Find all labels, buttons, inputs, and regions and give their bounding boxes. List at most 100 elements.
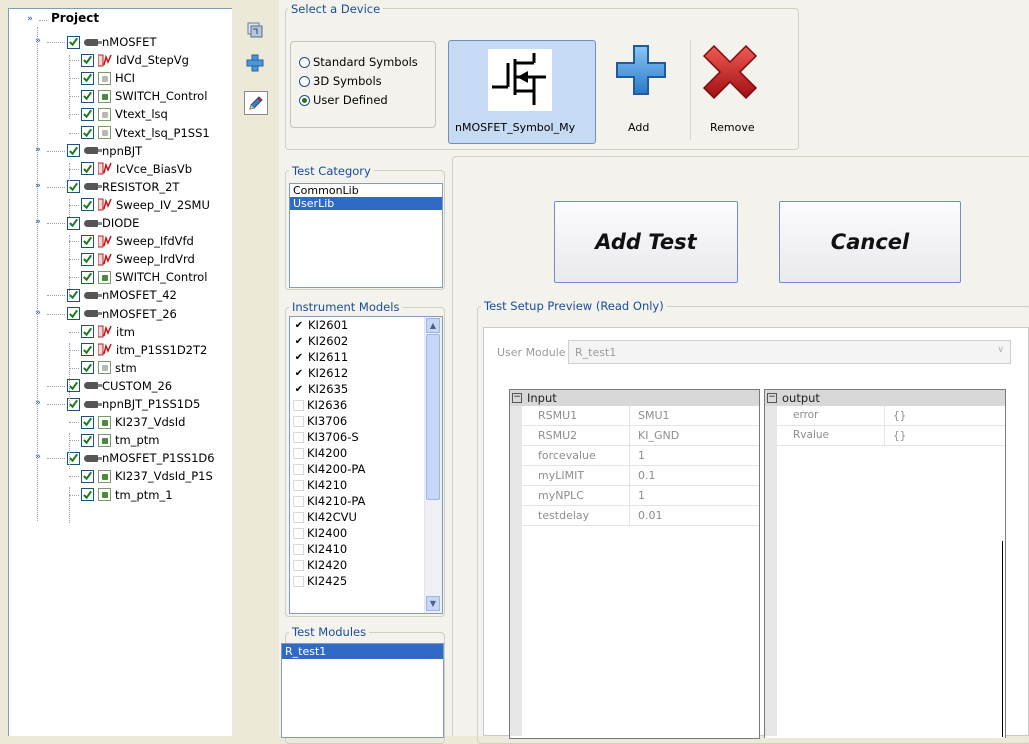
tree-node[interactable]: IcVce_BiasVb bbox=[81, 160, 192, 178]
expand-node-icon[interactable]: » bbox=[35, 181, 41, 191]
unchecked-box-icon[interactable] bbox=[293, 495, 304, 507]
checkbox-checked-icon[interactable] bbox=[67, 180, 80, 194]
checkbox-checked-icon[interactable] bbox=[81, 325, 94, 339]
scroll-thumb[interactable] bbox=[426, 334, 440, 500]
tree-node[interactable]: npnBJT_P1SS1D5 bbox=[67, 395, 200, 413]
checkmark-icon[interactable]: ✔ bbox=[293, 320, 305, 331]
device-symbol-tile[interactable]: nMOSFET_Symbol_My bbox=[448, 40, 596, 144]
unchecked-box-icon[interactable] bbox=[293, 463, 304, 475]
instrument-item[interactable]: KI2410 bbox=[290, 541, 442, 557]
instrument-item[interactable]: KI2420 bbox=[290, 557, 442, 573]
expand-node-icon[interactable]: » bbox=[35, 308, 41, 318]
tree-node[interactable]: tm_ptm_1 bbox=[81, 486, 173, 504]
radio-button-icon[interactable] bbox=[299, 75, 310, 87]
checkmark-icon[interactable]: ✔ bbox=[293, 368, 305, 379]
expand-node-icon[interactable]: » bbox=[35, 398, 41, 408]
radio-option[interactable]: Standard Symbols bbox=[299, 55, 418, 69]
radio-option[interactable]: 3D Symbols bbox=[299, 74, 382, 88]
instrument-item[interactable]: KI3706 bbox=[290, 413, 442, 429]
add-icon[interactable] bbox=[244, 52, 266, 74]
tree-node[interactable]: SWITCH_Control bbox=[81, 268, 207, 286]
instrument-models-list[interactable]: ✔ KI2601 ✔ KI2602 ✔ KI2611 ✔ KI2612 ✔ KI2635 KI263… bbox=[289, 316, 443, 614]
add-test-button[interactable]: Add Test bbox=[554, 201, 738, 283]
unchecked-box-icon[interactable] bbox=[293, 399, 304, 411]
checkbox-checked-icon[interactable] bbox=[81, 343, 94, 357]
tree-node[interactable]: tm_ptm bbox=[81, 431, 159, 449]
instrument-item[interactable]: KI2425 bbox=[290, 573, 442, 589]
checkbox-checked-icon[interactable] bbox=[67, 35, 80, 49]
tree-node[interactable]: KI237_VdsId bbox=[81, 413, 185, 431]
collapse-icon[interactable]: − bbox=[767, 393, 777, 403]
tree-node[interactable]: CUSTOM_26 bbox=[67, 377, 172, 395]
remove-symbol-button[interactable]: Remove bbox=[692, 44, 770, 140]
test-category-item[interactable]: CommonLib bbox=[290, 184, 442, 197]
instrument-item[interactable]: KI4200 bbox=[290, 445, 442, 461]
expand-node-icon[interactable]: » bbox=[35, 217, 41, 227]
instrument-item[interactable]: ✔ KI2602 bbox=[290, 333, 442, 349]
test-modules-list[interactable]: R_test1 bbox=[281, 643, 444, 738]
unchecked-box-icon[interactable] bbox=[293, 415, 304, 427]
instrument-scrollbar[interactable]: ▲ ▼ bbox=[424, 317, 442, 613]
instrument-item[interactable]: KI2636 bbox=[290, 397, 442, 413]
instrument-item[interactable]: ✔ KI2601 bbox=[290, 317, 442, 333]
checkmark-icon[interactable]: ✔ bbox=[293, 336, 305, 347]
instrument-item[interactable]: KI42CVU bbox=[290, 509, 442, 525]
instrument-item[interactable]: KI2400 bbox=[290, 525, 442, 541]
unchecked-box-icon[interactable] bbox=[293, 575, 304, 587]
checkbox-checked-icon[interactable] bbox=[81, 252, 94, 266]
instrument-item[interactable]: ✔ KI2611 bbox=[290, 349, 442, 365]
edit-icon[interactable] bbox=[244, 91, 268, 115]
tree-node[interactable]: Sweep_IrdVrd bbox=[81, 250, 195, 268]
checkbox-checked-icon[interactable] bbox=[81, 234, 94, 248]
checkbox-checked-icon[interactable] bbox=[67, 144, 80, 158]
tree-node[interactable]: nMOSFET_26 bbox=[67, 305, 177, 323]
checkbox-checked-icon[interactable] bbox=[67, 216, 80, 230]
tree-node[interactable]: Sweep_IV_2SMU bbox=[81, 196, 210, 214]
cancel-button[interactable]: Cancel bbox=[779, 201, 961, 283]
tree-node[interactable]: Sweep_IfdVfd bbox=[81, 232, 194, 250]
collapse-icon[interactable]: − bbox=[512, 393, 522, 403]
test-category-list[interactable]: CommonLib UserLib bbox=[289, 183, 443, 288]
instrument-item[interactable]: KI3706-S bbox=[290, 429, 442, 445]
expand-node-icon[interactable]: » bbox=[35, 145, 41, 155]
project-tree[interactable]: » Project nMOSFET IdVd_StepVg HCI SWITCH_Co… bbox=[8, 8, 232, 736]
expand-node-icon[interactable]: » bbox=[35, 36, 41, 46]
checkbox-checked-icon[interactable] bbox=[81, 71, 94, 85]
checkbox-checked-icon[interactable] bbox=[81, 361, 94, 375]
tree-node[interactable]: SWITCH_Control bbox=[81, 87, 207, 105]
unchecked-box-icon[interactable] bbox=[293, 543, 304, 555]
instrument-item[interactable]: KI4210 bbox=[290, 477, 442, 493]
tree-node[interactable]: KI237_VdsId_P1S bbox=[81, 467, 213, 485]
unchecked-box-icon[interactable] bbox=[293, 527, 304, 539]
tree-node[interactable]: itm bbox=[81, 323, 135, 341]
unchecked-box-icon[interactable] bbox=[293, 511, 304, 523]
tree-node[interactable]: itm_P1SS1D2T2 bbox=[81, 341, 207, 359]
checkbox-checked-icon[interactable] bbox=[81, 53, 94, 67]
radio-button-icon[interactable] bbox=[299, 56, 310, 68]
checkmark-icon[interactable]: ✔ bbox=[293, 352, 305, 363]
tree-node[interactable]: Vtext_lsq_P1SS1 bbox=[81, 124, 210, 142]
checkbox-checked-icon[interactable] bbox=[81, 162, 94, 176]
checkbox-checked-icon[interactable] bbox=[81, 89, 94, 103]
tree-node[interactable]: stm bbox=[81, 359, 137, 377]
test-category-item[interactable]: UserLib bbox=[290, 197, 442, 210]
test-module-item[interactable]: R_test1 bbox=[282, 644, 443, 659]
scroll-up-icon[interactable]: ▲ bbox=[426, 318, 440, 333]
checkbox-checked-icon[interactable] bbox=[81, 107, 94, 121]
checkmark-icon[interactable]: ✔ bbox=[293, 384, 305, 395]
checkbox-checked-icon[interactable] bbox=[81, 433, 94, 447]
expand-root-icon[interactable]: » bbox=[27, 14, 33, 24]
tree-node[interactable]: Vtext_lsq bbox=[81, 105, 168, 123]
unchecked-box-icon[interactable] bbox=[293, 559, 304, 571]
chevron-down-icon[interactable]: ∨ bbox=[997, 345, 1004, 355]
radio-button-icon[interactable] bbox=[299, 94, 310, 106]
tree-node[interactable]: RESISTOR_2T bbox=[67, 178, 179, 196]
scroll-down-icon[interactable]: ▼ bbox=[426, 596, 440, 611]
checkbox-checked-icon[interactable] bbox=[81, 270, 94, 284]
copy-device-icon[interactable] bbox=[244, 19, 266, 41]
instrument-item[interactable]: ✔ KI2612 bbox=[290, 365, 442, 381]
tree-node[interactable]: npnBJT bbox=[67, 142, 142, 160]
checkbox-checked-icon[interactable] bbox=[81, 415, 94, 429]
radio-option[interactable]: User Defined bbox=[299, 93, 388, 107]
tree-node[interactable]: DIODE bbox=[67, 214, 139, 232]
